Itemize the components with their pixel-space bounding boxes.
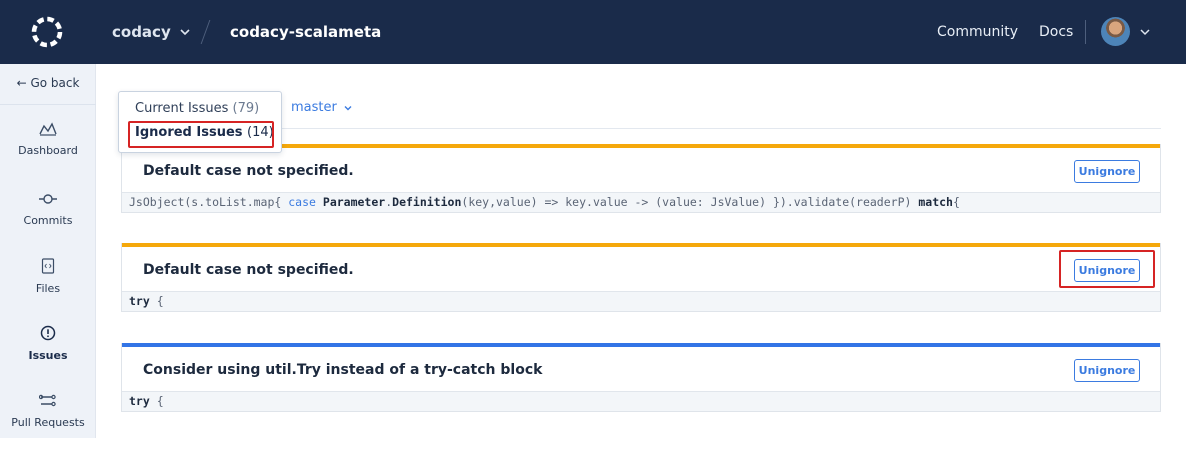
chevron-down-icon [180, 29, 190, 36]
code-token: Parameter [322, 195, 386, 209]
selection-highlight [128, 121, 274, 148]
code-snippet: JsObject(s.toList.map{ case Parameter.De… [122, 192, 1160, 212]
codacy-logo-icon[interactable] [29, 14, 65, 50]
nav-divider [1085, 20, 1086, 44]
code-token: try [129, 394, 150, 408]
issue-card: Default case not specified. Unignore JsO… [121, 144, 1161, 213]
sidebar-item-issues[interactable]: Issues [0, 325, 96, 381]
unignore-highlight [1059, 250, 1155, 288]
sidebar: ← Go back Dashboard Commits Files Issues… [0, 64, 96, 438]
current-issues-option[interactable]: Current Issues (79) [135, 101, 259, 116]
file-icon [41, 258, 55, 274]
issue-header: Default case not specified. Unignore [122, 247, 1160, 291]
go-back-link[interactable]: ← Go back [0, 76, 96, 90]
unignore-button[interactable]: Unignore [1074, 160, 1140, 183]
commit-icon [39, 194, 57, 204]
issue-title[interactable]: Default case not specified. [143, 163, 354, 179]
sidebar-item-dashboard[interactable]: Dashboard [0, 122, 96, 178]
sidebar-item-files[interactable]: Files [0, 258, 96, 314]
community-link[interactable]: Community [937, 24, 1018, 40]
branch-selector[interactable]: master [291, 100, 353, 115]
pull-request-icon [39, 394, 56, 407]
issue-card: Default case not specified. Unignore try… [121, 243, 1161, 312]
code-token: { [149, 294, 164, 308]
code-token: { [149, 394, 164, 408]
breadcrumb-separator [200, 20, 211, 44]
code-token: Definition [392, 195, 462, 209]
chevron-down-icon [344, 105, 352, 110]
code-token: case [288, 195, 316, 209]
issue-filter-dropdown: Current Issues (79) Ignored Issues (14) [118, 91, 282, 153]
issue-title[interactable]: Consider using util.Try instead of a try… [143, 362, 542, 378]
sidebar-item-label: Pull Requests [11, 416, 85, 429]
issues-icon [40, 325, 56, 341]
sidebar-item-label: Commits [23, 214, 73, 227]
code-token: { [952, 195, 960, 209]
organization-selector[interactable]: codacy [112, 23, 191, 41]
dashboard-icon [39, 122, 57, 136]
code-token: JsObject(s.toList.map{ [129, 195, 289, 209]
code-snippet: try { [122, 391, 1160, 411]
sidebar-item-label: Files [35, 282, 61, 295]
sidebar-item-pull-requests[interactable]: Pull Requests [0, 394, 96, 450]
repository-name[interactable]: codacy-scalameta [230, 23, 381, 41]
issue-title[interactable]: Default case not specified. [143, 262, 354, 278]
sidebar-item-label: Issues [28, 349, 68, 362]
docs-link[interactable]: Docs [1039, 24, 1073, 40]
sidebar-divider [0, 104, 96, 105]
sidebar-item-label: Dashboard [18, 144, 78, 157]
main-content: master Current Issues (79) Ignored Issue… [96, 64, 1186, 438]
code-token: (key,value) => key.value -> (value: JsVa… [461, 195, 919, 209]
chevron-down-icon[interactable] [1138, 25, 1152, 39]
code-snippet: try { [122, 291, 1160, 311]
code-token: match [918, 195, 953, 209]
user-avatar[interactable] [1101, 17, 1130, 46]
unignore-button[interactable]: Unignore [1074, 359, 1140, 382]
issue-card: Consider using util.Try instead of a try… [121, 343, 1161, 412]
sidebar-item-commits[interactable]: Commits [0, 192, 96, 248]
branch-name: master [291, 100, 337, 115]
option-label: Current Issues [135, 101, 229, 116]
organization-name: codacy [112, 23, 171, 41]
issue-header: Default case not specified. Unignore [122, 148, 1160, 192]
top-navigation-bar: codacy codacy-scalameta Community Docs [0, 0, 1186, 64]
issue-header: Consider using util.Try instead of a try… [122, 347, 1160, 391]
option-count: (79) [232, 101, 260, 116]
code-token: try [129, 294, 150, 308]
